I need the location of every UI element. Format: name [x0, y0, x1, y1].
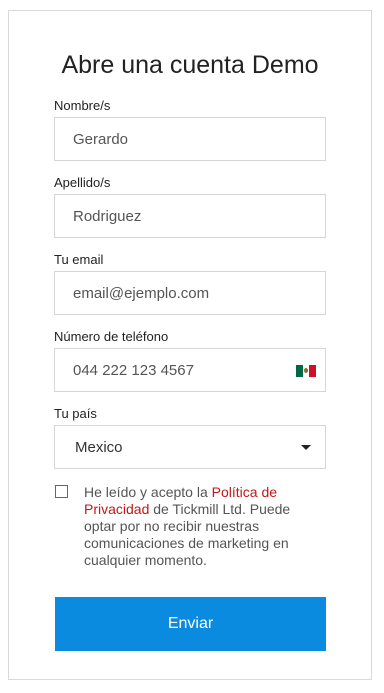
last-name-label: Apellido/s	[54, 175, 111, 190]
first-name-input[interactable]	[55, 118, 325, 160]
email-field[interactable]	[54, 271, 326, 315]
submit-button[interactable]: Enviar	[55, 597, 326, 651]
last-name-input[interactable]	[55, 195, 325, 237]
first-name-field[interactable]	[54, 117, 326, 161]
email-label: Tu email	[54, 252, 104, 267]
consent-text: He leído y acepto la Política de Privaci…	[84, 484, 324, 569]
phone-field[interactable]	[54, 348, 326, 392]
country-selected-value: Mexico	[75, 439, 123, 456]
consent-text-before: He leído y acepto la	[84, 484, 212, 500]
phone-label: Número de teléfono	[54, 329, 169, 344]
country-label: Tu país	[54, 406, 97, 421]
phone-input[interactable]	[55, 349, 325, 391]
email-input[interactable]	[55, 272, 325, 314]
caret-down-icon	[301, 445, 311, 450]
last-name-field[interactable]	[54, 194, 326, 238]
country-select[interactable]: Mexico	[54, 425, 326, 469]
first-name-label: Nombre/s	[54, 98, 111, 113]
form-title: Abre una cuenta Demo	[61, 51, 319, 79]
mexico-flag-icon[interactable]	[296, 365, 317, 377]
consent-checkbox[interactable]	[55, 485, 68, 498]
signup-card: Abre una cuenta Demo Nombre/s Apellido/s…	[8, 10, 372, 680]
